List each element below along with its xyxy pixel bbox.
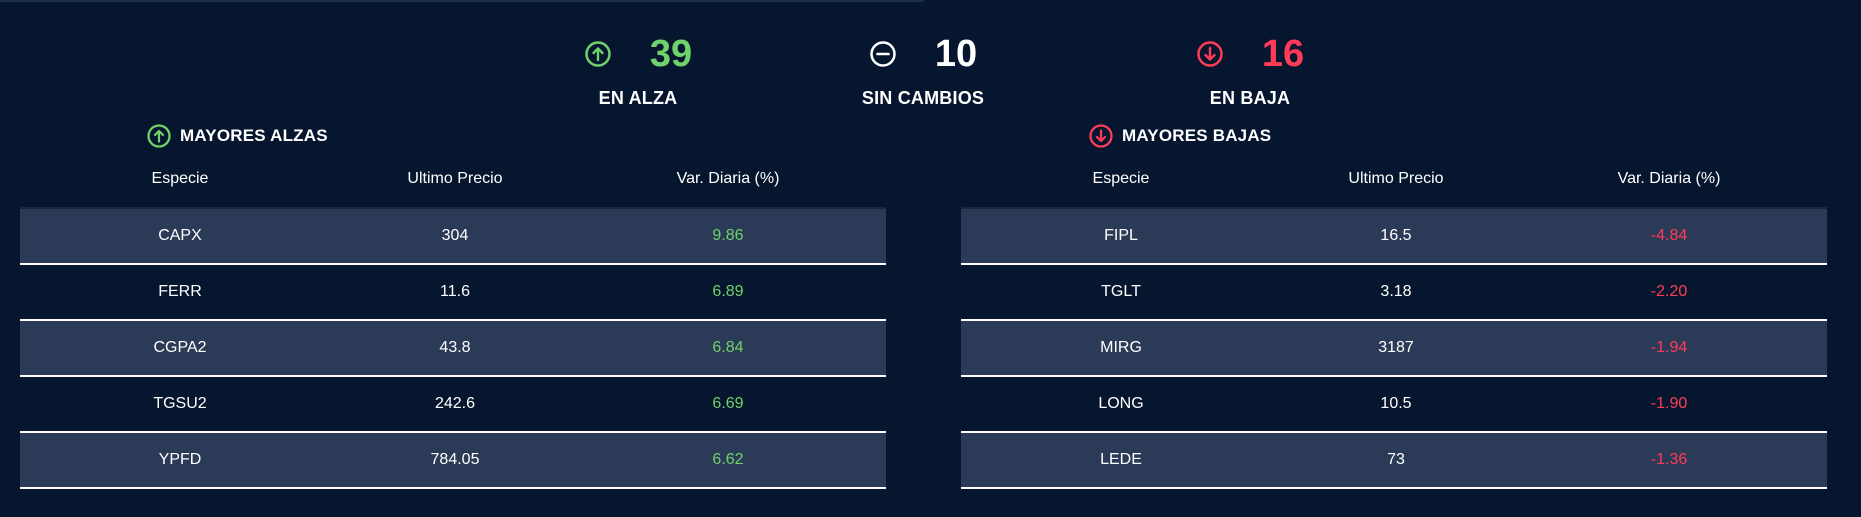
cell-precio: 304 — [441, 227, 469, 244]
cell-variacion: -2.20 — [1650, 283, 1688, 300]
cell-especie: LONG — [1098, 395, 1144, 412]
table-row[interactable]: TGLT 3.18 -2.20 — [961, 265, 1827, 321]
top-divider — [0, 0, 924, 2]
cell-variacion: 6.69 — [712, 395, 744, 412]
arrow-down-circle-icon — [1089, 124, 1113, 148]
gainers-title-label: MAYORES ALZAS — [180, 126, 328, 145]
gainers-table-header: Especie Ultimo Precio Var. Diaria (%) — [20, 162, 886, 196]
cell-precio: 3187 — [1378, 339, 1414, 356]
cell-precio: 16.5 — [1380, 227, 1412, 244]
losers-panel: MAYORES BAJAS Especie Ultimo Precio Var.… — [961, 120, 1827, 489]
stat-up-label: EN ALZA — [598, 88, 678, 108]
stat-unchanged-value: 10 — [934, 33, 978, 75]
cell-precio: 784.05 — [430, 451, 480, 468]
cell-precio: 73 — [1387, 451, 1405, 468]
column-header-ultimo-precio: Ultimo Precio — [407, 170, 503, 187]
minus-circle-icon — [870, 41, 896, 67]
column-header-var-diaria: Var. Diaria (%) — [1617, 170, 1721, 187]
cell-variacion: -1.94 — [1650, 339, 1688, 356]
cell-especie: FIPL — [1104, 227, 1138, 244]
column-header-especie: Especie — [1092, 170, 1150, 187]
cell-variacion: -4.84 — [1650, 227, 1688, 244]
cell-especie: TGSU2 — [153, 395, 207, 412]
cell-variacion: 6.62 — [712, 451, 744, 468]
column-header-especie: Especie — [151, 170, 209, 187]
cell-especie: FERR — [158, 283, 202, 300]
arrow-up-circle-icon — [585, 41, 611, 67]
gainers-panel: MAYORES ALZAS Especie Ultimo Precio Var.… — [20, 120, 886, 489]
cell-especie: CAPX — [158, 227, 202, 244]
cell-especie: LEDE — [1100, 451, 1142, 468]
cell-variacion: -1.36 — [1650, 451, 1688, 468]
table-row[interactable]: LONG 10.5 -1.90 — [961, 377, 1827, 433]
losers-table-header: Especie Ultimo Precio Var. Diaria (%) — [961, 162, 1827, 196]
cell-precio: 3.18 — [1380, 283, 1412, 300]
cell-especie: MIRG — [1100, 339, 1142, 356]
cell-precio: 43.8 — [439, 339, 471, 356]
losers-title: MAYORES BAJAS — [1088, 120, 1827, 152]
table-row[interactable]: CGPA2 43.8 6.84 — [20, 321, 886, 377]
table-row[interactable]: YPFD 784.05 6.62 — [20, 433, 886, 489]
column-header-ultimo-precio: Ultimo Precio — [1348, 170, 1444, 187]
table-row[interactable]: MIRG 3187 -1.94 — [961, 321, 1827, 377]
table-row[interactable]: FIPL 16.5 -4.84 — [961, 209, 1827, 265]
stat-en-alza: 39 EN ALZA — [518, 30, 758, 109]
stat-sin-cambios: 10 SIN CAMBIOS — [803, 30, 1043, 109]
table-row[interactable]: FERR 11.6 6.89 — [20, 265, 886, 321]
cell-variacion: 6.89 — [712, 283, 744, 300]
stat-en-baja: 16 EN BAJA — [1130, 30, 1370, 109]
table-row[interactable]: CAPX 304 9.86 — [20, 209, 886, 265]
cell-especie: CGPA2 — [153, 339, 207, 356]
stat-up-value: 39 — [649, 33, 693, 75]
table-row[interactable]: LEDE 73 -1.36 — [961, 433, 1827, 489]
cell-precio: 10.5 — [1380, 395, 1412, 412]
arrow-down-circle-icon — [1197, 41, 1223, 67]
table-row[interactable]: TGSU2 242.6 6.69 — [20, 377, 886, 433]
cell-precio: 242.6 — [434, 395, 476, 412]
stat-down-value: 16 — [1261, 33, 1305, 75]
arrow-up-circle-icon — [147, 124, 171, 148]
cell-especie: YPFD — [158, 451, 202, 468]
cell-precio: 11.6 — [440, 283, 470, 300]
stat-unchanged-label: SIN CAMBIOS — [861, 88, 985, 108]
cell-variacion: 6.84 — [712, 339, 744, 356]
cell-variacion: 9.86 — [712, 227, 744, 244]
stat-down-label: EN BAJA — [1209, 88, 1291, 108]
losers-title-label: MAYORES BAJAS — [1122, 126, 1272, 145]
cell-variacion: -1.90 — [1650, 395, 1688, 412]
cell-especie: TGLT — [1101, 283, 1141, 300]
gainers-title: MAYORES ALZAS — [146, 120, 886, 152]
column-header-var-diaria: Var. Diaria (%) — [676, 170, 780, 187]
